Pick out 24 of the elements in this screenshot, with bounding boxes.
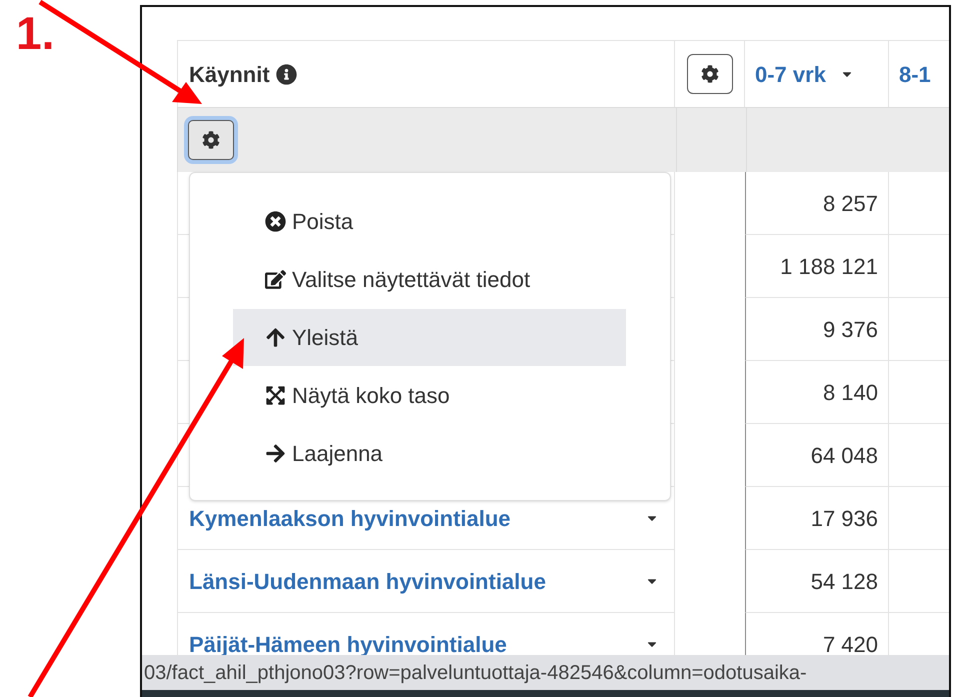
settings-icon [700,65,718,83]
menu-item[interactable]: Poista [233,193,626,250]
arrow-right-icon [265,443,286,464]
table-cell-text: 8 140 [822,378,878,406]
status-url: 03/fact_ahil_pthjono03?row=palveluntuottaja-482546&column=odotusaika- [144,660,807,686]
menu-item[interactable]: Yleistä [233,309,626,366]
settings-icon [202,131,220,149]
table-cell-text: 9 376 [822,316,878,344]
annotation-label: 1. [16,10,54,56]
table-title: Käynnit [189,60,270,89]
arrow-up-icon [265,327,286,348]
info-icon[interactable] [276,64,297,84]
table-cell-text: 17 936 [810,504,878,532]
settings-button[interactable] [686,54,732,94]
menu-item[interactable]: Valitse näytettävät tiedot [233,251,626,308]
table-cell-text: 1 188 121 [780,252,878,280]
expand-icon [265,385,286,406]
column-header[interactable]: 8-1 [899,58,931,90]
edit-icon [265,269,286,290]
table-cell-text: 8 257 [822,190,878,218]
column-header[interactable]: 0-7 vrk [755,58,826,90]
table-cell-text: 54 128 [810,568,878,596]
table-cell-text: 7 420 [822,630,878,658]
table-cell-text: 64 048 [810,442,878,470]
